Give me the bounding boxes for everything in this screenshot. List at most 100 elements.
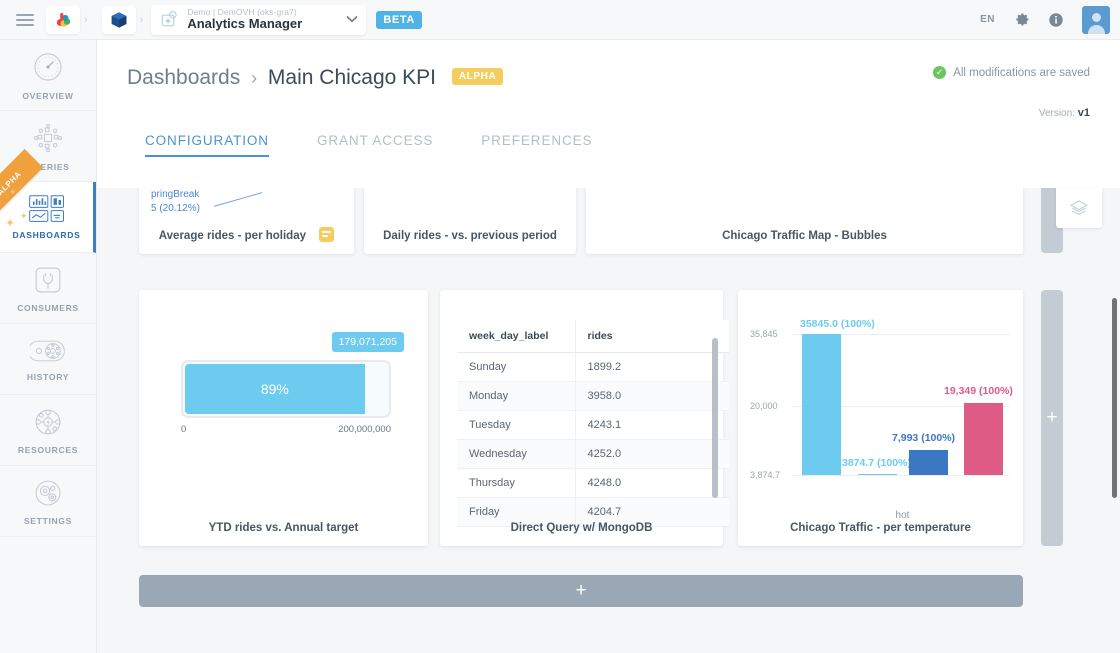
y-tick-label: 35,845 — [750, 329, 778, 339]
plus-icon: + — [1046, 407, 1058, 428]
chevron-down-icon[interactable] — [332, 14, 358, 26]
bar-2[interactable] — [909, 450, 948, 475]
tab-configuration[interactable]: CONFIGURATION — [145, 133, 269, 157]
cell-rides: 4243.1 — [575, 410, 729, 440]
version-value: v1 — [1077, 107, 1090, 119]
table-scrollbar[interactable] — [712, 338, 718, 498]
hamburger-icon[interactable] — [16, 11, 34, 29]
card-daily-rides[interactable]: Daily rides - vs. previous period — [364, 188, 576, 254]
card-title: Direct Query w/ MongoDB — [510, 522, 653, 534]
column-header[interactable]: week_day_label — [457, 320, 576, 353]
table-header-row: week_day_label rides — [457, 320, 729, 353]
bar-label-2: 7,993 (100%) — [892, 432, 956, 444]
bar-label-3: 19,349 (100%) — [944, 385, 1013, 397]
context-selector[interactable]: Demo | DemOVH (oks-gra7) Analytics Manag… — [151, 4, 367, 35]
sidebar-item-overview[interactable]: OVERVIEW — [0, 40, 96, 111]
sidebar: OVERVIEW QUERIES ALPHA ✦ ✦ ✦ DASHBOARDS … — [0, 40, 97, 653]
brand-logo-icon — [56, 13, 70, 27]
column-header[interactable]: rides — [575, 320, 729, 353]
plus-icon: + — [575, 580, 587, 601]
sidebar-item-dashboards[interactable]: ALPHA ✦ ✦ ✦ DASHBOARDS — [0, 149, 96, 253]
table-row[interactable]: Monday 3958.0 — [457, 381, 729, 411]
sidebar-item-settings[interactable]: SETTINGS — [0, 466, 96, 537]
card-ytd-rides-vs-annual-target[interactable]: 179,071,205 89% 0 200,000,000 YTD rides … — [139, 290, 428, 546]
queries-grid-icon — [33, 123, 63, 153]
save-status-text: All modifications are saved — [953, 66, 1090, 79]
table-row[interactable]: Thursday 4248.0 — [457, 468, 729, 498]
bar-label-0: 35845.0 (100%) — [800, 318, 875, 330]
pie-leader-line — [213, 192, 263, 207]
beta-badge: BETA — [376, 10, 422, 29]
y-tick-label: 3,874.7 — [750, 470, 781, 480]
cell-rides: 4248.0 — [575, 468, 729, 498]
sidebar-item-history[interactable]: HISTORY — [0, 324, 96, 395]
sparkle-icon: ✦ — [20, 211, 28, 221]
cell-week-day: Monday — [457, 381, 576, 411]
layers-panel-button[interactable] — [1056, 188, 1102, 228]
breadcrumb-brand-logo[interactable] — [46, 5, 80, 34]
table-row[interactable]: Wednesday 4252.0 — [457, 439, 729, 469]
card-title: Chicago Traffic - per temperature — [790, 522, 971, 534]
sidebar-item-consumers[interactable]: CONSUMERS — [0, 253, 96, 324]
context-title: Analytics Manager — [187, 16, 303, 32]
bullet-value-badge: 179,071,205 — [331, 332, 404, 352]
tab-bar: CONFIGURATION GRANT ACCESS PREFERENCES — [97, 119, 1120, 157]
card-title: Average rides - per holiday — [139, 227, 354, 242]
cube-icon — [111, 11, 127, 28]
page-scrollbar[interactable] — [1112, 298, 1117, 498]
breadcrumb-project[interactable] — [101, 5, 136, 34]
pie-slice-label: pringBreak 5 (20.12%) — [151, 189, 200, 214]
card-direct-query-mongodb[interactable]: week_day_label rides Sunday 1899.2 Monda… — [440, 290, 729, 546]
bullet-axis: 0 200,000,000 — [181, 424, 391, 435]
top-bar: › › Demo | DemOVH (oks-gra7) Analytics M… — [0, 0, 1120, 40]
cell-rides: 4252.0 — [575, 439, 729, 469]
gear-icon[interactable] — [1013, 11, 1030, 28]
dashboards-icon — [28, 195, 64, 222]
cell-week-day: Tuesday — [457, 410, 576, 440]
bar-label-1: 3874.7 (100%) — [842, 457, 911, 469]
avatar[interactable] — [1082, 5, 1110, 34]
page-title: Dashboards › Main Chicago KPI ALPHA — [127, 66, 504, 90]
tab-grant-access[interactable]: GRANT ACCESS — [317, 133, 433, 157]
bar-1[interactable] — [858, 474, 897, 475]
x-axis-label: hot — [895, 510, 910, 521]
sidebar-item-label: SETTINGS — [23, 516, 73, 526]
add-card-right[interactable]: + — [1041, 290, 1063, 546]
cell-week-day: Thursday — [457, 468, 576, 498]
sidebar-item-label: DASHBOARDS — [12, 230, 81, 240]
card-average-rides-per-holiday[interactable]: pringBreak 5 (20.12%) Average rides - pe… — [139, 188, 354, 254]
sparkle-icon: ✦ — [5, 216, 16, 230]
cell-rides: 3958.0 — [575, 381, 729, 411]
table-row[interactable]: Sunday 1899.2 — [457, 352, 729, 382]
dashboard-canvas: pringBreak 5 (20.12%) Average rides - pe… — [97, 188, 1120, 653]
check-icon: ✓ — [933, 66, 947, 79]
bar-chart: 35,845 20,000 3,874.7 35845.0 (100%) 387… — [750, 308, 1013, 521]
table-row[interactable]: Tuesday 4243.1 — [457, 410, 729, 440]
note-badge-icon[interactable] — [319, 227, 335, 242]
plug-icon — [35, 267, 61, 293]
breadcrumb-chevron-icon: › — [251, 68, 258, 88]
query-results-table: week_day_label rides Sunday 1899.2 Monda… — [457, 320, 729, 527]
language-selector[interactable]: EN — [980, 14, 995, 25]
bar-0[interactable] — [802, 334, 841, 475]
card-chicago-traffic-map-bubbles[interactable]: -88 41.7 41.8 41.9 42 42 Chicago Traffic… — [586, 188, 1023, 254]
sidebar-item-label: CONSUMERS — [17, 303, 79, 313]
sidebar-item-label: HISTORY — [26, 372, 70, 382]
card-chicago-traffic-per-temperature[interactable]: 35,845 20,000 3,874.7 35845.0 (100%) 387… — [738, 290, 1023, 546]
info-icon[interactable] — [1048, 12, 1064, 28]
breadcrumb-dashboards-link[interactable]: Dashboards — [127, 66, 240, 89]
breadcrumb-separator-1: › — [84, 13, 88, 26]
version-label: Version: — [1038, 108, 1075, 119]
main-content: Dashboards › Main Chicago KPI ALPHA ✓ Al… — [97, 40, 1120, 653]
save-status: ✓ All modifications are saved — [933, 66, 1090, 79]
analytics-manager-icon — [161, 10, 177, 27]
cell-rides: 1899.2 — [575, 352, 729, 382]
gears-icon — [35, 480, 61, 506]
tab-preferences[interactable]: PREFERENCES — [481, 133, 592, 157]
sidebar-item-resources[interactable]: RESOURCES — [0, 395, 96, 466]
breadcrumb-separator-2: › — [139, 13, 144, 26]
add-row-bottom[interactable]: + — [139, 575, 1023, 607]
sidebar-item-label: RESOURCES — [17, 445, 79, 455]
bar-3[interactable] — [964, 403, 1003, 475]
version-info: Version: v1 — [933, 107, 1090, 119]
